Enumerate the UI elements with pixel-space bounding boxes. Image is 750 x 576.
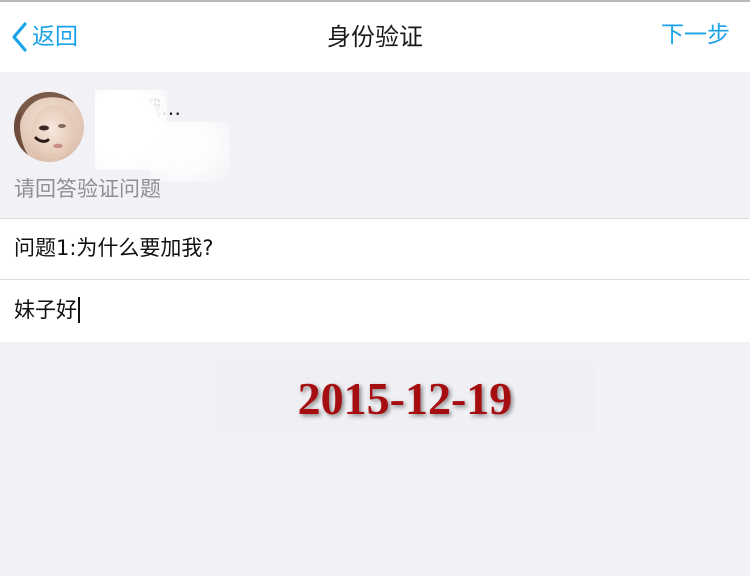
page-title: 身份验证 <box>327 23 423 51</box>
avatar[interactable] <box>14 92 84 162</box>
next-step-button[interactable]: 下一步 <box>661 17 730 53</box>
navigation-bar: 返回 身份验证 下一步 <box>0 2 750 72</box>
answer-input[interactable]: 妹子好 <box>14 295 80 325</box>
profile-section: 太雅哦… 请回答验证问题 <box>0 72 750 218</box>
answer-value: 妹子好 <box>14 298 77 322</box>
privacy-blur-secondary <box>150 122 230 182</box>
answer-field[interactable]: 妹子好 <box>0 280 750 342</box>
verification-prompt: 请回答验证问题 <box>14 177 161 201</box>
question-label: 问题1:为什么要加我? <box>14 236 214 260</box>
question-row: 问题1:为什么要加我? <box>0 218 750 280</box>
date-watermark: 2015-12-19 <box>215 362 595 434</box>
text-cursor <box>78 297 80 323</box>
date-stamp-text: 2015-12-19 <box>297 372 513 424</box>
